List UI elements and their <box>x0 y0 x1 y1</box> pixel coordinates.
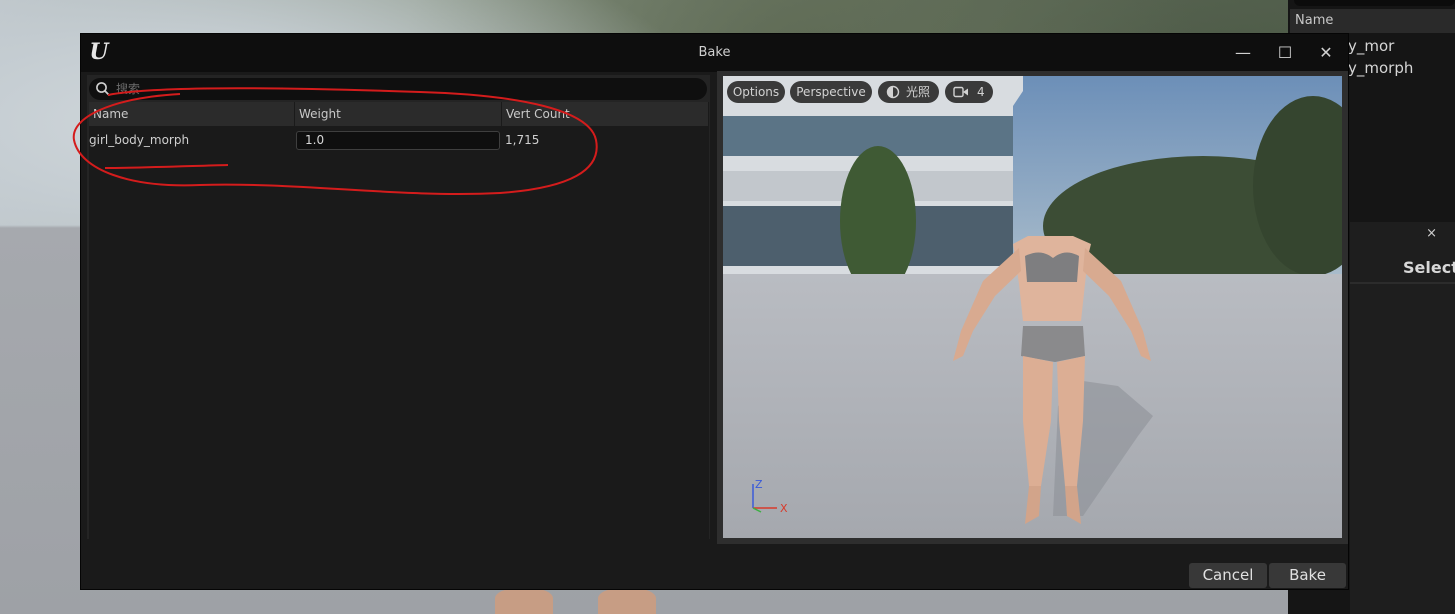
vert-count-value: 1,715 <box>505 133 540 147</box>
lighting-mode-button[interactable]: 光照 <box>878 81 939 103</box>
background-character-leg <box>598 588 656 614</box>
outliner-name-column-header[interactable]: Name <box>1290 9 1455 33</box>
column-header-weight[interactable]: Weight <box>295 102 502 126</box>
camera-speed-value: 4 <box>977 85 985 99</box>
outliner-item[interactable]: y_morph <box>1348 59 1455 83</box>
axis-gizmo-icon: Z X <box>752 478 788 515</box>
background-character-leg <box>495 588 553 614</box>
details-close-icon[interactable]: × <box>1426 226 1437 241</box>
minimize-button[interactable]: — <box>1226 40 1260 66</box>
camera-icon <box>953 86 968 98</box>
dialog-title: Bake <box>698 45 731 60</box>
search-input[interactable] <box>116 79 696 99</box>
maximize-button[interactable]: ☐ <box>1268 40 1302 66</box>
outliner-search-input[interactable] <box>1294 0 1455 6</box>
morph-table: Name Weight Vert Count girl_body_morph 1… <box>89 102 709 539</box>
viewport-scene <box>723 76 1342 538</box>
column-header-vert-count[interactable]: Vert Count <box>502 102 709 126</box>
lighting-label: 光照 <box>906 85 931 99</box>
cancel-button[interactable]: Cancel <box>1189 563 1267 588</box>
viewport-frame: Options Perspective 光照 4 Z X <box>717 71 1348 544</box>
tree <box>840 146 916 296</box>
outliner-item[interactable]: y_mor <box>1348 37 1455 61</box>
morph-list-panel: Name Weight Vert Count girl_body_morph 1… <box>87 75 710 539</box>
options-button[interactable]: Options <box>727 81 785 103</box>
search-bar[interactable] <box>89 78 707 100</box>
bake-dialog: U Bake — ☐ ✕ Name Weight Vert Count girl… <box>80 33 1349 590</box>
details-panel: × Select a <box>1350 222 1455 614</box>
preview-viewport[interactable]: Options Perspective 光照 4 Z X <box>723 76 1342 538</box>
divider <box>1350 282 1455 284</box>
search-icon <box>96 82 110 96</box>
camera-speed-button[interactable]: 4 <box>945 81 993 103</box>
column-header-name[interactable]: Name <box>89 102 295 126</box>
close-button[interactable]: ✕ <box>1309 40 1343 66</box>
lighting-icon <box>886 85 900 99</box>
weight-input[interactable]: 1.0 <box>296 131 500 150</box>
dialog-titlebar[interactable]: U Bake — ☐ ✕ <box>81 34 1348 72</box>
details-panel-title: Select a <box>1403 258 1455 277</box>
axis-x-label: X <box>780 502 788 515</box>
table-row[interactable]: girl_body_morph 1.0 1,715 <box>89 128 709 152</box>
bake-button[interactable]: Bake <box>1269 563 1346 588</box>
axis-z-label: Z <box>755 478 763 491</box>
perspective-button[interactable]: Perspective <box>790 81 872 103</box>
morph-name: girl_body_morph <box>89 133 190 147</box>
